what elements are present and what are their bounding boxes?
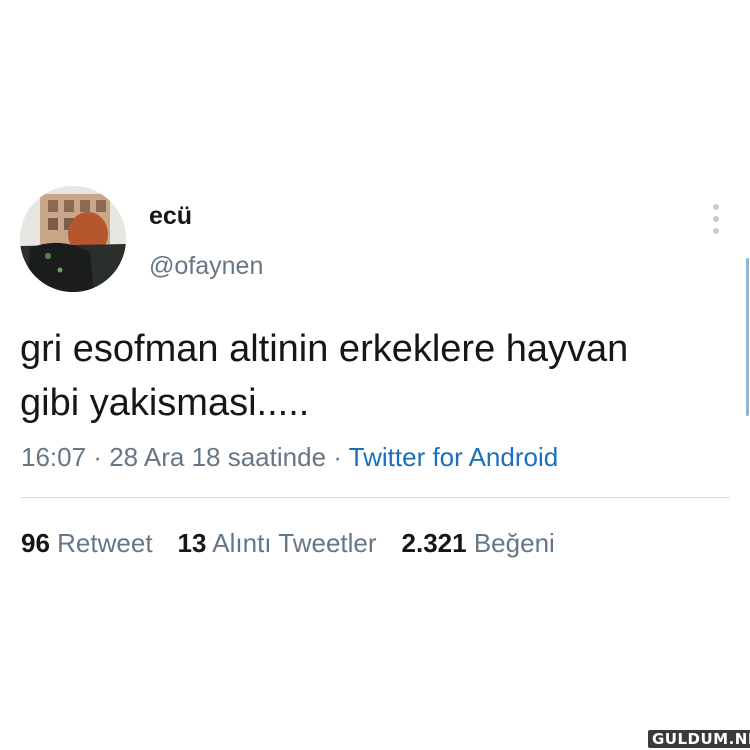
tweet-time[interactable]: 16:07: [21, 442, 86, 472]
scrollbar[interactable]: [746, 258, 749, 416]
divider: [20, 497, 730, 498]
more-vertical-icon[interactable]: [704, 204, 728, 234]
like-label: Beğeni: [473, 528, 555, 558]
avatar[interactable]: [20, 186, 126, 292]
like-count: 2.321: [401, 528, 467, 558]
retweet-count: 96: [21, 528, 50, 558]
watermark-logo: GULDUM.NET: [648, 730, 750, 748]
meta-separator: ·: [86, 442, 110, 472]
quote-label: Alıntı Tweetler: [212, 528, 377, 558]
quote-count: 13: [177, 528, 207, 558]
retweet-stat[interactable]: 96 Retweet: [21, 526, 153, 560]
avatar-image: [20, 186, 126, 292]
tweet-source-link[interactable]: Twitter for Android: [349, 442, 559, 472]
dot: [713, 204, 719, 210]
meta-separator: ·: [326, 442, 349, 472]
display-name[interactable]: ecü: [149, 201, 192, 231]
dot: [713, 228, 719, 234]
tweet-stats: 96 Retweet 13 Alıntı Tweetler 2.321 Beğe…: [21, 526, 580, 560]
user-handle[interactable]: @ofaynen: [149, 250, 263, 282]
tweet-text: gri esofman altinin erkeklere hayvan gib…: [20, 328, 629, 424]
like-stat[interactable]: 2.321 Beğeni: [402, 526, 555, 560]
quote-stat[interactable]: 13 Alıntı Tweetler: [178, 526, 377, 560]
tweet-date[interactable]: 28 Ara 18 saatinde: [109, 442, 326, 472]
tweet-meta: 16:07 · 28 Ara 18 saatinde · Twitter for…: [21, 440, 558, 474]
retweet-label: Retweet: [57, 528, 153, 558]
dot: [713, 216, 719, 222]
